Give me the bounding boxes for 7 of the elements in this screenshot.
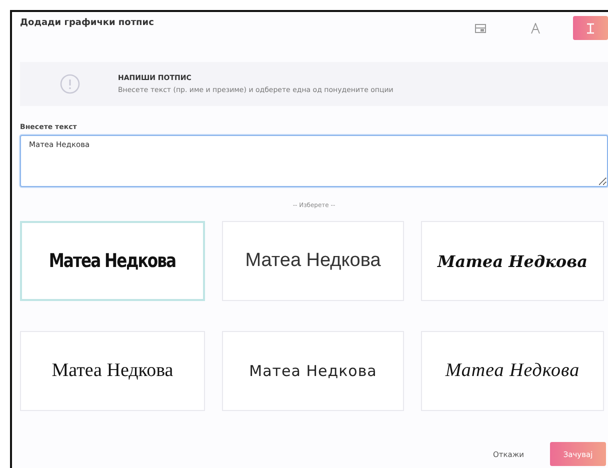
signature-option[interactable]: Матеа Недкова xyxy=(222,331,404,411)
signature-option[interactable]: Матеа Недкова xyxy=(421,221,604,301)
signature-option[interactable]: Матеа Недкова xyxy=(222,221,404,301)
signature-option[interactable]: Матеа Недкова xyxy=(20,221,205,301)
dialog-title: Додади графички потпис xyxy=(20,18,154,28)
signature-option[interactable]: Матеа Недкова xyxy=(20,331,205,411)
signature-option[interactable]: Матеа Недкова xyxy=(421,331,604,411)
